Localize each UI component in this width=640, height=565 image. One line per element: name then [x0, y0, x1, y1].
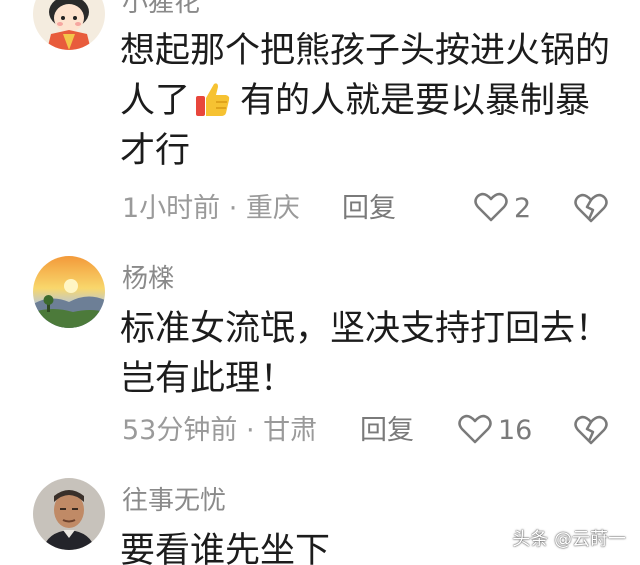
- avatar[interactable]: [33, 256, 105, 328]
- reply-button[interactable]: 回复: [342, 191, 396, 227]
- comment-meta: 1小时前 · 重庆 回复 2: [122, 191, 622, 227]
- heart-icon: [474, 192, 508, 221]
- comment-line: 人了 有的人就是要以暴制暴: [120, 76, 620, 126]
- comment-line: 标准女流氓，坚决支持打回去！: [120, 309, 611, 349]
- comment-line-part: 人了: [120, 81, 191, 121]
- avatar[interactable]: [33, 0, 105, 50]
- broken-heart-icon: [574, 415, 608, 445]
- comment-line: 才行: [120, 131, 191, 171]
- time-location: 1小时前 · 重庆: [122, 193, 300, 224]
- broken-heart-icon: [574, 193, 608, 223]
- like-button[interactable]: 2: [474, 191, 531, 227]
- username[interactable]: 往事无忧: [122, 486, 226, 516]
- time-location: 53分钟前 · 甘肃: [122, 415, 318, 446]
- comment-line: 想起那个把熊孩子头按进火锅的: [120, 31, 611, 71]
- comment-meta: 53分钟前 · 甘肃 回复 16: [122, 413, 622, 449]
- heart-icon: [458, 414, 492, 443]
- reply-button[interactable]: 回复: [360, 413, 414, 449]
- comment-line: 岂有此理！: [120, 359, 296, 399]
- avatar[interactable]: [33, 478, 105, 550]
- username[interactable]: 杨檪: [122, 264, 174, 294]
- comment-line-part: 有的人就是要以暴制暴: [240, 81, 591, 121]
- comment-text: 标准女流氓，坚决支持打回去！ 岂有此理！: [120, 304, 620, 404]
- thumbs-up-icon: [192, 78, 232, 118]
- watermark: 头条 @云莳一: [512, 529, 626, 550]
- like-count: 2: [514, 193, 532, 224]
- dislike-button[interactable]: [574, 413, 608, 453]
- like-button[interactable]: 16: [458, 413, 532, 449]
- dislike-button[interactable]: [574, 191, 608, 231]
- username[interactable]: 小猩花: [122, 0, 200, 18]
- like-count: 16: [498, 415, 533, 446]
- comment-text: 想起那个把熊孩子头按进火锅的 人了 有的人就是要以暴制暴 才行: [120, 26, 620, 176]
- comment-list: 小猩花 想起那个把熊孩子头按进火锅的 人了 有的人就是要以暴制暴 才行 1小时前…: [0, 0, 640, 565]
